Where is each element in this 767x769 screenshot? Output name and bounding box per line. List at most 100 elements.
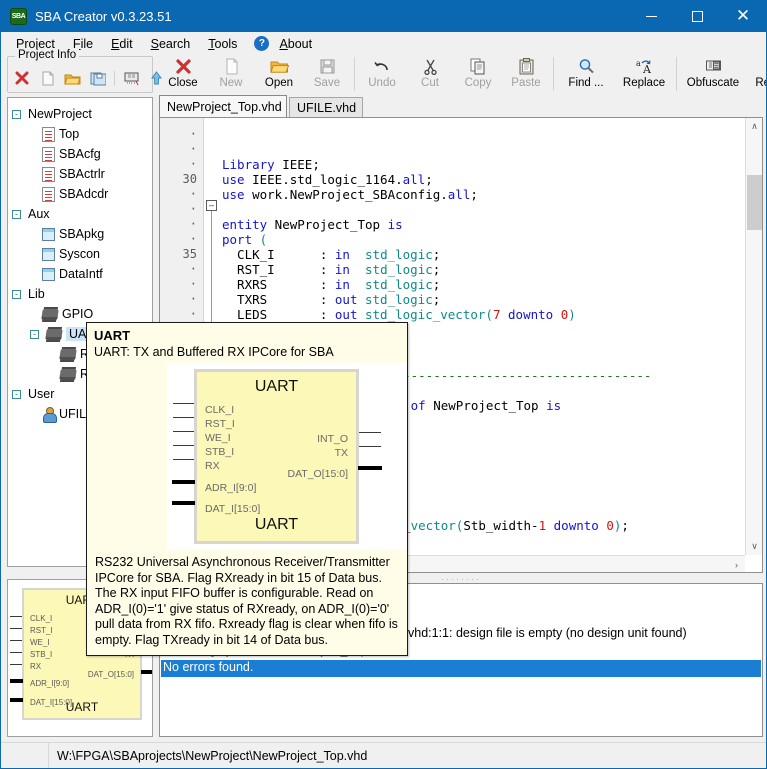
code-token: - [531, 518, 539, 533]
toolbar-undo-button[interactable]: Undo [358, 55, 406, 95]
preview-input-1: RST_I [30, 626, 53, 635]
toolbar-reformat-button[interactable]: Reformat [746, 55, 767, 95]
code-line: RST_I : in std_logic; [222, 262, 440, 277]
package-icon [42, 268, 55, 281]
code-line: LEDS : out std_logic_vector(7 downto 0) [222, 307, 576, 322]
tree-item-aux[interactable]: -Aux [12, 204, 152, 224]
diagram-output-int: INT_O [317, 433, 348, 445]
help-icon[interactable]: ? [254, 36, 269, 51]
svg-text:A: A [642, 63, 652, 76]
gutter-line-number: · [190, 157, 197, 171]
editor-vertical-scrollbar[interactable]: ∧ ∨ [745, 118, 762, 555]
preview-input-0: CLK_I [30, 614, 52, 623]
gutter-line-number: · [190, 262, 197, 276]
tree-item-sbapkg[interactable]: SBApkg [12, 224, 152, 244]
diagram-wire-inbus-1 [172, 501, 195, 505]
tree-expander-icon[interactable]: - [12, 210, 21, 219]
preview-wire-outbus-0 [141, 670, 153, 674]
toolbar-find-button[interactable]: Find ... [557, 55, 615, 95]
diagram-wire-out-1 [359, 446, 381, 447]
chip-icon [45, 329, 63, 340]
scroll-down-arrow[interactable]: ∨ [746, 538, 763, 555]
scroll-up-arrow[interactable]: ∧ [746, 118, 763, 135]
code-token: IEEE.std_logic_1164. [245, 172, 403, 187]
tree-item-dataintf[interactable]: DataIntf [12, 264, 152, 284]
tree-expander-icon[interactable]: - [12, 390, 21, 399]
tree-item-lib[interactable]: -Lib [12, 284, 152, 304]
tree-item-label: SBAcfg [59, 147, 101, 161]
open-folder-icon [270, 57, 289, 76]
status-file-path: W:\FPGA\SBAprojects\NewProject\NewProjec… [49, 749, 367, 763]
menu-tools[interactable]: Tools [199, 34, 246, 54]
toolbar-new-button[interactable]: New [207, 55, 255, 95]
open-project-icon[interactable] [64, 70, 81, 87]
tree-item-newproject[interactable]: -NewProject [12, 104, 152, 124]
code-token: RST_I : [222, 262, 335, 277]
tree-item-gpio[interactable]: GPIO [12, 304, 152, 324]
menu-edit[interactable]: Edit [102, 34, 142, 54]
code-token: use [222, 187, 245, 202]
toolbar-open-button[interactable]: Open [255, 55, 303, 95]
tree-expander-icon[interactable]: - [30, 330, 39, 339]
code-token [252, 232, 260, 247]
gutter-line-number: · [190, 142, 197, 156]
tab-newproject-top[interactable]: NewProject_Top.vhd [159, 95, 287, 118]
tree-item-icon-wrap [42, 407, 55, 421]
tree-expander-icon[interactable]: - [12, 290, 21, 299]
diagram-wire-in-3 [173, 445, 194, 446]
new-project-icon[interactable] [39, 70, 56, 87]
tree-item-sbacfg[interactable]: SBAcfg [12, 144, 152, 164]
toolbar-divider [114, 71, 115, 86]
toolbar-open-label: Open [265, 77, 293, 89]
maximize-button[interactable] [674, 1, 720, 32]
tree-item-icon-wrap [42, 127, 55, 142]
diagram-wire-outbus-0 [358, 466, 382, 470]
diagram-inbus-dat: DAT_I[15:0] [205, 503, 260, 515]
minimize-button[interactable] [628, 1, 674, 32]
code-token: all [448, 187, 471, 202]
toolbar-close-button[interactable]: Close [159, 55, 207, 95]
generate-icon[interactable] [123, 70, 140, 87]
vhd-file-icon [42, 167, 55, 182]
diagram-input-rst: RST_I [205, 418, 235, 430]
code-token: std_logic [365, 277, 433, 292]
diagram-wire-in-1 [173, 417, 194, 418]
menu-search[interactable]: Search [142, 34, 200, 54]
toolbar-cut-button[interactable]: Cut [406, 55, 454, 95]
toolbar-copy-button[interactable]: Copy [454, 55, 502, 95]
uart-block: UART UART CLK_I RST_I WE_I STB_I RX ADR_… [194, 369, 359, 544]
project-info-legend: Project Info [15, 49, 79, 61]
scroll-right-arrow[interactable]: › [728, 556, 745, 573]
toolbar-save-button[interactable]: Save [303, 55, 351, 95]
fold-toggle-entity[interactable]: – [206, 200, 217, 211]
floppy-disk-icon [318, 57, 337, 76]
tree-item-icon-wrap [42, 187, 55, 202]
close-project-icon[interactable] [14, 70, 31, 87]
toolbar-paste-button[interactable]: Paste [502, 55, 550, 95]
tree-item-sbadcdr[interactable]: SBAdcdr [12, 184, 152, 204]
code-token: ; [433, 277, 441, 292]
code-token: work.NewProject_SBAconfig. [245, 187, 448, 202]
gutter-line-number: · [190, 217, 197, 231]
tab-ufile[interactable]: UFILE.vhd [289, 97, 363, 118]
gutter-line-number: · [190, 292, 197, 306]
tree-item-sbactrlr[interactable]: SBActrlr [12, 164, 152, 184]
tree-item-top[interactable]: Top [12, 124, 152, 144]
diagram-inbus-adr: ADR_I[9:0] [205, 482, 256, 494]
menu-about[interactable]: About [270, 34, 321, 54]
code-token [350, 247, 365, 262]
tree-item-syscon[interactable]: Syscon [12, 244, 152, 264]
message-row-2[interactable]: No errors found. [161, 660, 761, 677]
toolbar: Project Info [1, 55, 766, 95]
code-token: ; [433, 292, 441, 307]
save-project-icon[interactable] [89, 70, 106, 87]
diagram-input-clk: CLK_I [205, 404, 234, 416]
vertical-scroll-thumb[interactable] [747, 175, 762, 230]
toolbar-obfuscate-button[interactable]: Obfuscate [680, 55, 746, 95]
tree-expander-icon[interactable]: - [12, 110, 21, 119]
tooltip-title: UART [94, 328, 130, 343]
tooltip-description: RS232 Universal Asynchronous Receiver/Tr… [95, 555, 401, 649]
code-token: downto [554, 518, 599, 533]
toolbar-replace-button[interactable]: aA Replace [615, 55, 673, 95]
close-button[interactable]: ✕ [720, 1, 766, 32]
